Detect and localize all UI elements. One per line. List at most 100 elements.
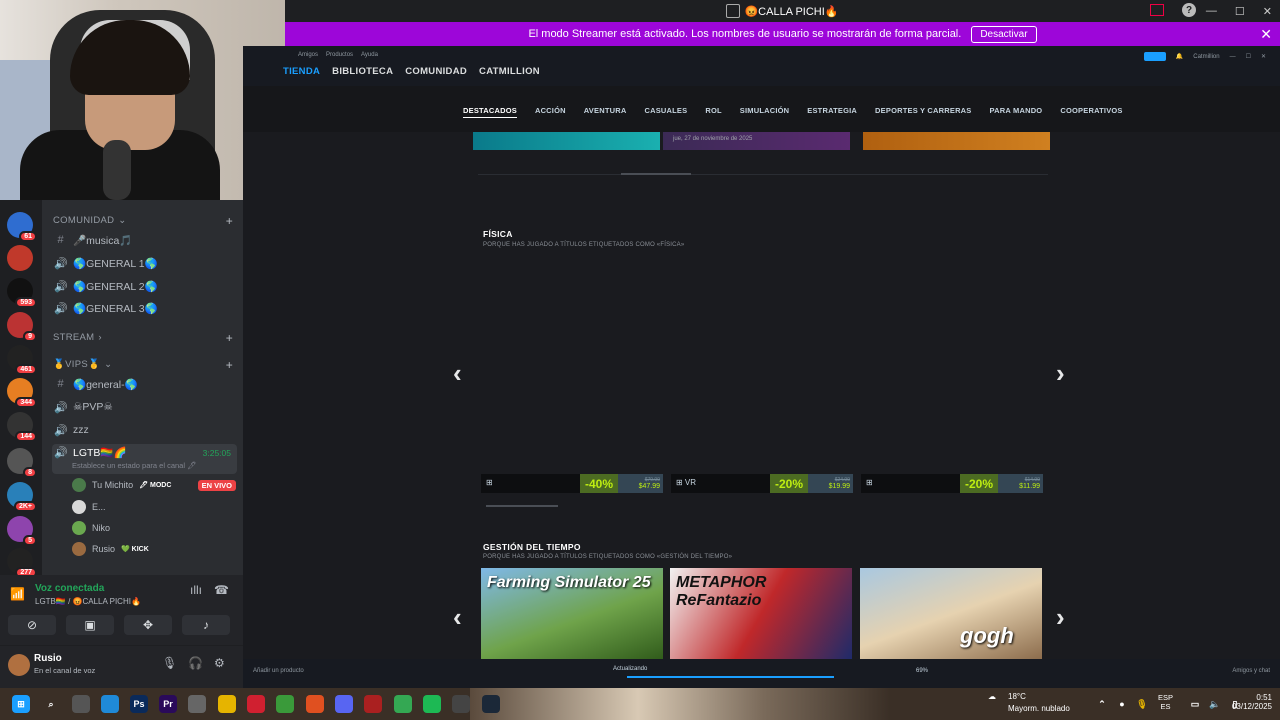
close-icon[interactable]: ✕ bbox=[1261, 53, 1266, 60]
category-tab[interactable]: ROL bbox=[705, 106, 721, 118]
server-icon[interactable]: 8 bbox=[7, 448, 37, 478]
category-tab[interactable]: DESTACADOS bbox=[463, 106, 517, 118]
server-icon[interactable]: 593 bbox=[7, 278, 37, 308]
server-icon[interactable] bbox=[7, 245, 33, 271]
add-game-button[interactable]: Añadir un producto bbox=[253, 668, 304, 674]
headphones-icon[interactable]: 🎧 bbox=[188, 656, 203, 670]
channel-item[interactable]: 🔊 🌎GENERAL 2🌎 bbox=[52, 277, 237, 295]
friends-chat-button[interactable]: Amigos y chat bbox=[1232, 668, 1270, 674]
server-icon[interactable]: 9 bbox=[7, 312, 37, 342]
voice-user[interactable]: Tu Michito 🖊 MODC EN VIVO bbox=[72, 476, 242, 494]
store-icon[interactable] bbox=[188, 695, 206, 713]
mini-nav-link[interactable]: Amigos bbox=[298, 52, 318, 58]
soundboard-button[interactable]: ♪ bbox=[182, 615, 230, 635]
voice-status[interactable]: Voz conectada bbox=[35, 583, 104, 594]
channel-item[interactable]: 🔊 🌎GENERAL 1🌎 bbox=[52, 254, 237, 272]
premiere-icon[interactable]: Pr bbox=[159, 695, 177, 713]
server-icon[interactable]: 2K+ bbox=[7, 482, 37, 512]
server-icon[interactable]: 344 bbox=[7, 378, 37, 408]
clock[interactable]: 0:51 03/12/2025 bbox=[1232, 693, 1272, 711]
add-channel-icon[interactable]: + bbox=[226, 331, 233, 345]
game-tile-metaphor[interactable]: METAPHOR ReFantazio bbox=[670, 568, 852, 661]
notification-button[interactable] bbox=[1143, 52, 1166, 61]
channel-item[interactable]: 🔊 ☠PVP☠ bbox=[52, 398, 237, 416]
start-icon[interactable]: ⊞ bbox=[12, 695, 30, 713]
search-icon[interactable]: ⌕ bbox=[42, 695, 60, 713]
category-tab[interactable]: SIMULACIÓN bbox=[740, 106, 790, 118]
category-tab[interactable]: ESTRATEGIA bbox=[807, 106, 857, 118]
bell-icon[interactable]: 🔔 bbox=[1176, 53, 1183, 60]
game-tile-gogh[interactable]: gogh bbox=[860, 568, 1042, 661]
cast-icon[interactable] bbox=[1150, 4, 1164, 16]
language-indicator[interactable]: ESP ES bbox=[1158, 693, 1173, 711]
signal-icon[interactable]: 📶 bbox=[10, 587, 25, 601]
help-icon[interactable]: ? bbox=[1182, 3, 1196, 17]
app-icon[interactable] bbox=[364, 695, 382, 713]
chevron-up-icon[interactable]: ⌃ bbox=[1093, 695, 1111, 713]
deactivate-button[interactable]: Desactivar bbox=[971, 25, 1037, 43]
camera-off-button[interactable]: ⊘ bbox=[8, 615, 56, 635]
tray-icon[interactable]: ● bbox=[1113, 695, 1131, 713]
category-vips[interactable]: 🥇VIPS🥇 ⌄ + bbox=[53, 358, 233, 372]
carousel-indicator-2[interactable] bbox=[486, 505, 558, 507]
minimize-icon[interactable]: — bbox=[1230, 54, 1236, 60]
edge-icon[interactable] bbox=[101, 695, 119, 713]
file-explorer-icon[interactable] bbox=[218, 695, 236, 713]
channel-item[interactable]: 🔊 🌎GENERAL 3🌎 bbox=[52, 299, 237, 317]
disconnect-icon[interactable]: ☎ bbox=[214, 583, 229, 597]
network-icon[interactable]: ▭ bbox=[1186, 695, 1204, 713]
minecraft-icon[interactable] bbox=[276, 695, 294, 713]
server-icon[interactable]: 144 bbox=[7, 412, 37, 442]
carousel-indicator[interactable] bbox=[621, 173, 691, 175]
server-icon[interactable]: 61 bbox=[7, 212, 37, 242]
brave-icon[interactable] bbox=[306, 695, 324, 713]
price-bar[interactable]: ⊞ -40% $79.99 $47.99 bbox=[481, 474, 663, 493]
category-stream[interactable]: STREAM › + bbox=[53, 331, 233, 345]
minimize-icon[interactable]: — bbox=[1206, 5, 1217, 17]
category-tab[interactable]: AVENTURA bbox=[584, 106, 627, 118]
account-menu[interactable]: Catmillion bbox=[1193, 54, 1219, 60]
main-nav-biblioteca[interactable]: BIBLIOTECA bbox=[332, 66, 393, 77]
screen-share-button[interactable]: ▣ bbox=[66, 615, 114, 635]
voice-channel-active[interactable]: 🔊 LGTB🏳️‍🌈🌈 3:25:05 Establece un estado … bbox=[52, 444, 237, 474]
app-icon[interactable] bbox=[247, 695, 265, 713]
spotify-icon[interactable] bbox=[423, 695, 441, 713]
maximize-icon[interactable]: ☐ bbox=[1235, 5, 1245, 18]
server-icon[interactable]: 5 bbox=[7, 516, 37, 546]
featured-strip-1[interactable] bbox=[473, 132, 660, 150]
microphone-icon[interactable]: 🎙 bbox=[162, 656, 177, 670]
channel-item[interactable]: # 🌎general-🌎 bbox=[52, 375, 237, 393]
close-window-icon[interactable]: ✕ bbox=[1263, 5, 1272, 18]
download-status[interactable]: Actualizando 69% bbox=[613, 666, 928, 678]
channel-status-hint[interactable]: Establece un estado para el canal 🖊 bbox=[72, 461, 197, 470]
mini-nav-link[interactable]: Productos bbox=[326, 52, 353, 58]
avatar[interactable] bbox=[8, 654, 30, 676]
close-banner-icon[interactable]: ✕ bbox=[1260, 26, 1272, 43]
add-channel-icon[interactable]: + bbox=[226, 214, 233, 228]
chrome-icon[interactable] bbox=[394, 695, 412, 713]
price-bar[interactable]: ⊞ VR -20% $24.99 $19.99 bbox=[671, 474, 853, 493]
discord-icon[interactable] bbox=[335, 695, 353, 713]
add-channel-icon[interactable]: + bbox=[226, 358, 233, 372]
category-tab[interactable]: ACCIÓN bbox=[535, 106, 566, 118]
settings-gear-icon[interactable]: ⚙ bbox=[214, 656, 225, 670]
steam-icon[interactable] bbox=[482, 695, 500, 713]
weather-widget[interactable]: ☁ 18°C Mayorm. nublado bbox=[988, 692, 1070, 713]
featured-strip-3[interactable] bbox=[863, 132, 1050, 150]
main-nav-comunidad[interactable]: COMUNIDAD bbox=[405, 66, 467, 77]
voice-user[interactable]: E... bbox=[72, 498, 242, 516]
volume-icon[interactable]: 🔈 bbox=[1206, 695, 1224, 713]
carousel-next-arrow-2[interactable]: › bbox=[1056, 602, 1065, 633]
category-comunidad[interactable]: COMUNIDAD ⌄ + bbox=[53, 214, 233, 228]
noise-suppression-icon[interactable]: ıllı bbox=[190, 583, 202, 597]
mini-nav-link[interactable]: Ayuda bbox=[361, 52, 378, 58]
maximize-icon[interactable]: ☐ bbox=[1246, 53, 1251, 60]
server-icon[interactable]: 461 bbox=[7, 345, 37, 375]
game-tile-farming[interactable]: Farming Simulator 25 bbox=[481, 568, 663, 661]
main-nav-tienda[interactable]: TIENDA bbox=[283, 66, 320, 77]
channel-item[interactable]: 🔊 zzz bbox=[52, 421, 237, 439]
channel-item[interactable]: # 🎤musica🎵 bbox=[52, 231, 237, 249]
server-icon[interactable]: 277 bbox=[7, 548, 37, 578]
voice-user[interactable]: Niko bbox=[72, 519, 242, 537]
category-tab[interactable]: COOPERATIVOS bbox=[1060, 106, 1122, 118]
